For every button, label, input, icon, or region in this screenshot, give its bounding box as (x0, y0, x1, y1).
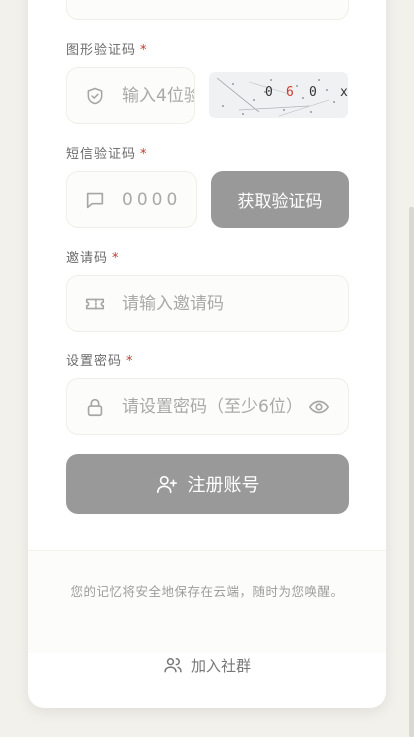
invite-label-text: 邀请码 (66, 251, 109, 266)
captcha-image[interactable]: 0 6 0 x (209, 72, 348, 118)
lock-icon (84, 396, 106, 418)
phone-input-box[interactable] (66, 0, 349, 20)
invite-code-input[interactable] (122, 293, 348, 314)
sms-code-input[interactable] (122, 189, 196, 210)
shield-check-icon (84, 85, 106, 107)
invite-label: 邀请码 * (66, 247, 120, 266)
captcha-label: 图形验证码 * (66, 39, 148, 58)
join-community-label: 加入社群 (190, 656, 251, 675)
captcha-input[interactable] (122, 85, 194, 106)
captcha-noise (216, 77, 335, 117)
message-square-icon (84, 189, 106, 211)
password-label-text: 设置密码 (66, 354, 123, 369)
required-mark: * (140, 43, 148, 58)
ticket-icon (84, 293, 106, 315)
sms-label-text: 短信验证码 (66, 147, 137, 162)
password-input[interactable] (122, 396, 302, 417)
password-input-box[interactable] (66, 378, 349, 435)
required-mark: * (140, 147, 148, 162)
register-button[interactable]: 注册账号 (66, 454, 349, 514)
footer-area: 您的记忆将安全地保存在云端，随时为您唤醒。 (28, 550, 386, 653)
get-code-button[interactable]: 获取验证码 (211, 171, 349, 228)
register-button-label: 注册账号 (187, 475, 260, 496)
captcha-label-text: 图形验证码 (66, 43, 137, 58)
invite-input-box[interactable] (66, 275, 349, 332)
captcha-digit: 6 (286, 85, 294, 100)
password-label: 设置密码 * (66, 350, 134, 369)
sms-input-box[interactable] (66, 171, 197, 228)
user-plus-icon (156, 475, 177, 494)
scrollbar[interactable] (409, 207, 414, 737)
join-community-link[interactable]: 加入社群 (28, 652, 386, 678)
users-icon (164, 658, 182, 673)
eye-icon[interactable] (308, 396, 330, 418)
captcha-digit: 0 (309, 85, 317, 100)
captcha-digit: x (340, 85, 348, 100)
captcha-input-box[interactable] (66, 67, 195, 124)
required-mark: * (126, 354, 134, 369)
captcha-digit: 0 (265, 85, 273, 100)
footer-note: 您的记忆将安全地保存在云端，随时为您唤醒。 (70, 584, 344, 599)
register-card: 图形验证码* 0 (28, 0, 386, 708)
sms-label: 短信验证码 * (66, 143, 148, 162)
required-mark: * (112, 251, 120, 266)
